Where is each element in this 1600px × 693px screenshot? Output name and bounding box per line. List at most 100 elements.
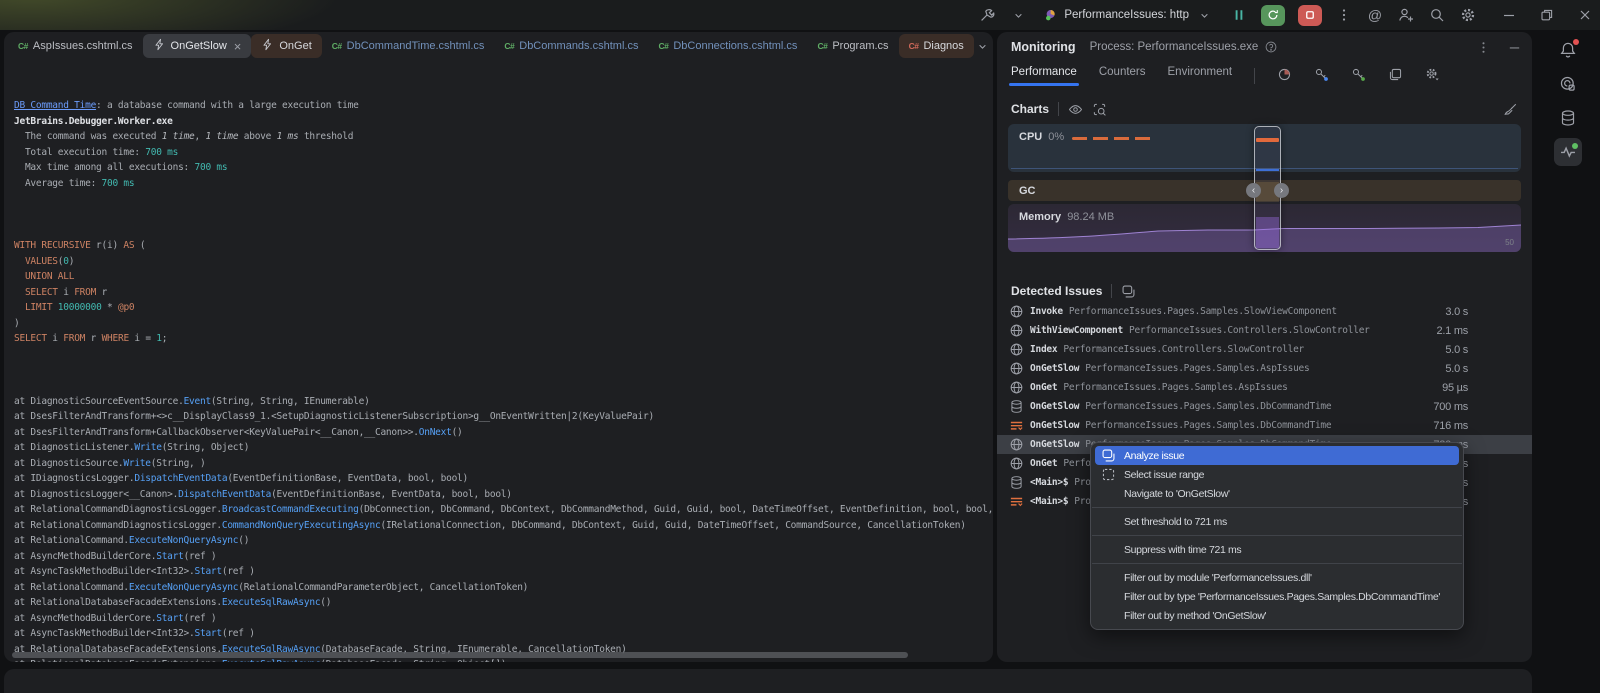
- issue-row-onget-95-s[interactable]: OnGetPerformanceIssues.Pages.Samples.Asp…: [997, 378, 1532, 397]
- tab-performance[interactable]: Performance: [1011, 66, 1077, 86]
- ai-assistant-icon[interactable]: [1554, 70, 1582, 98]
- issue-row-ongetslow-5-0-s[interactable]: OnGetSlowPerformanceIssues.Pages.Samples…: [997, 359, 1532, 378]
- tab-environment[interactable]: Environment: [1168, 66, 1233, 86]
- editor-tab-dbcommandtime-cshtml-cs[interactable]: C#DbCommandTime.cshtml.cs: [322, 34, 495, 58]
- editor-tab-onget[interactable]: OnGet: [251, 34, 321, 58]
- horizontal-scrollbar[interactable]: [12, 652, 908, 658]
- gc-label: GC: [1019, 185, 1036, 197]
- ai-assistant-icon[interactable]: @: [1366, 6, 1384, 24]
- issue-method: OnGet: [1030, 458, 1057, 469]
- minimize-icon[interactable]: [1500, 6, 1518, 24]
- issue-namespace: PerformanceIssues.Pages.Samples.AspIssue…: [1085, 363, 1431, 374]
- search-icon[interactable]: [1428, 6, 1446, 24]
- clear-broom-icon[interactable]: [1503, 102, 1518, 117]
- ai-analyze-icon[interactable]: [1121, 284, 1136, 299]
- menu-item-label: Navigate to 'OnGetSlow': [1124, 488, 1230, 500]
- stack-line: at DsesFilterAndTransform+CallbackObserv…: [14, 425, 993, 441]
- editor-tab-ongetslow[interactable]: OnGetSlow ×: [143, 34, 252, 58]
- database-icon[interactable]: [1554, 104, 1582, 132]
- menu-item-label: Set threshold to 721 ms: [1124, 516, 1227, 528]
- stack-line: at DiagnosticListener.Write(String, Obje…: [14, 440, 993, 456]
- issue-duration: 5.0 s: [1445, 344, 1468, 356]
- eye-icon[interactable]: [1068, 102, 1083, 117]
- tab-label: OnGetSlow: [171, 40, 227, 52]
- issue-method: <Main>$: [1030, 496, 1068, 507]
- profiler-pulse-icon[interactable]: [1554, 138, 1582, 166]
- issue-row-index-5-0-s[interactable]: IndexPerformanceIssues.Controllers.SlowC…: [997, 340, 1532, 359]
- more-kebab-icon[interactable]: [1335, 6, 1353, 24]
- menu-item-filter-out-by-module-performanceissues-dll[interactable]: Filter out by module 'PerformanceIssues.…: [1095, 568, 1459, 587]
- sql-preview: WITH RECURSIVE r(i) AS ( VALUES(0) UNION…: [14, 238, 993, 347]
- issue-row-withviewcomponent-2-1-ms[interactable]: WithViewComponentPerformanceIssues.Contr…: [997, 321, 1532, 340]
- selection-handle-left[interactable]: ‹: [1246, 183, 1261, 198]
- cpu-activity-line: [1072, 137, 1156, 140]
- hide-panel-icon[interactable]: [1507, 40, 1522, 55]
- editor-tab-aspissues-cshtml-cs[interactable]: C#AspIssues.cshtml.cs: [8, 34, 143, 58]
- issue-method: OnGet: [1030, 382, 1057, 393]
- bolt-icon: [261, 38, 274, 54]
- source-link[interactable]: DB Command Time: [14, 100, 96, 111]
- menu-item-set-threshold-to-721-ms[interactable]: Set threshold to 721 ms: [1095, 512, 1459, 531]
- code-with-me-icon[interactable]: [1397, 6, 1415, 24]
- selection-cpu-baseline: [1256, 169, 1279, 171]
- menu-item-suppress-with-time-721-ms[interactable]: Suppress with time 721 ms: [1095, 540, 1459, 559]
- key-green-icon[interactable]: [1351, 67, 1366, 87]
- menu-item-analyze-issue[interactable]: Analyze issue: [1095, 446, 1459, 465]
- stack-line: at DiagnosticSourceEventSource.Event(Str…: [14, 394, 993, 410]
- notifications-bell-icon[interactable]: [1554, 36, 1582, 64]
- chevron-down-icon[interactable]: [974, 37, 992, 55]
- summary-line: DB Command Time: a database command with…: [14, 98, 993, 114]
- editor-tab-dbcommands-cshtml-cs[interactable]: C#DbCommands.cshtml.cs: [494, 34, 648, 58]
- issue-namespace: PerformanceIssues.Controllers.SlowContro…: [1129, 325, 1423, 336]
- issue-row-ongetslow-716-ms[interactable]: OnGetSlowPerformanceIssues.Pages.Samples…: [997, 416, 1532, 435]
- menu-separator: [1092, 507, 1462, 508]
- restart-profiling-button[interactable]: [1261, 5, 1285, 26]
- build-hammer-icon[interactable]: [978, 6, 996, 24]
- detected-issues-title: Detected Issues: [1011, 284, 1102, 298]
- csharp-icon: C#: [817, 41, 827, 51]
- stack-line: at RelationalDatabaseFacadeExtensions.Ex…: [14, 595, 993, 611]
- editor-tab-diagnos[interactable]: C#Diagnos: [899, 34, 974, 58]
- selection-handle-right[interactable]: ›: [1274, 183, 1289, 198]
- editor-tab-dbconnections-cshtml-cs[interactable]: C#DbConnections.cshtml.cs: [648, 34, 807, 58]
- run-config-selector[interactable]: PerformanceIssues: http: [1040, 4, 1217, 26]
- restore-icon[interactable]: [1538, 6, 1556, 24]
- right-toolbar: [1536, 30, 1600, 693]
- stack-line: at DiagnosticsLogger<__Canon>.DispatchEv…: [14, 487, 993, 503]
- editor-tab-program-cs[interactable]: C#Program.cs: [807, 34, 898, 58]
- summary-line: Total execution time: 700 ms: [14, 145, 993, 161]
- menu-item-filter-out-by-method-ongetslow[interactable]: Filter out by method 'OnGetSlow': [1095, 606, 1459, 625]
- database-icon: [1009, 399, 1024, 414]
- summary-line: Average time: 700 ms: [14, 176, 993, 192]
- close-icon[interactable]: [1576, 6, 1594, 24]
- issue-row-ongetslow-700-ms[interactable]: OnGetSlowPerformanceIssues.Pages.Samples…: [997, 397, 1532, 416]
- more-kebab-icon[interactable]: [1476, 40, 1491, 55]
- help-icon[interactable]: [1264, 40, 1278, 54]
- menu-item-navigate-to-ongetslow[interactable]: Navigate to 'OnGetSlow': [1095, 484, 1459, 503]
- settings-gear-icon[interactable]: [1459, 6, 1477, 24]
- tab-counters[interactable]: Counters: [1099, 66, 1146, 86]
- pie-chart-icon[interactable]: [1277, 67, 1292, 87]
- gear-dropdown-icon[interactable]: [1425, 67, 1440, 87]
- close-tab-icon[interactable]: ×: [234, 40, 242, 53]
- monitoring-process-label: Process: PerformanceIssues.exe: [1090, 41, 1259, 53]
- pause-icon[interactable]: [1230, 6, 1248, 24]
- zoom-selection-icon[interactable]: [1092, 102, 1107, 117]
- issue-summary: DB Command Time: a database command with…: [14, 98, 993, 191]
- layers-icon[interactable]: [1388, 67, 1403, 87]
- stop-button[interactable]: [1298, 5, 1322, 26]
- key-blue-icon[interactable]: [1314, 67, 1329, 87]
- chevron-down-icon[interactable]: [1009, 6, 1027, 24]
- menu-separator: [1092, 563, 1462, 564]
- menu-item-filter-out-by-type-performanceissues-pages-samples-dbcommandtime[interactable]: Filter out by type 'PerformanceIssues.Pa…: [1095, 587, 1459, 606]
- issue-method: Index: [1030, 344, 1057, 355]
- tab-label: OnGet: [279, 40, 311, 52]
- summary-line: JetBrains.Debugger.Worker.exe: [14, 114, 993, 130]
- issue-duration: 700 ms: [1433, 401, 1468, 413]
- menu-item-select-issue-range[interactable]: Select issue range: [1095, 465, 1459, 484]
- csharp-icon: C#: [909, 41, 919, 51]
- issue-duration: 3.0 s: [1445, 306, 1468, 318]
- sql-line: SELECT i FROM r: [14, 285, 993, 301]
- tab-label: DbConnections.cshtml.cs: [673, 40, 797, 52]
- issue-row-invoke-3-0-s[interactable]: InvokePerformanceIssues.Pages.Samples.Sl…: [997, 302, 1532, 321]
